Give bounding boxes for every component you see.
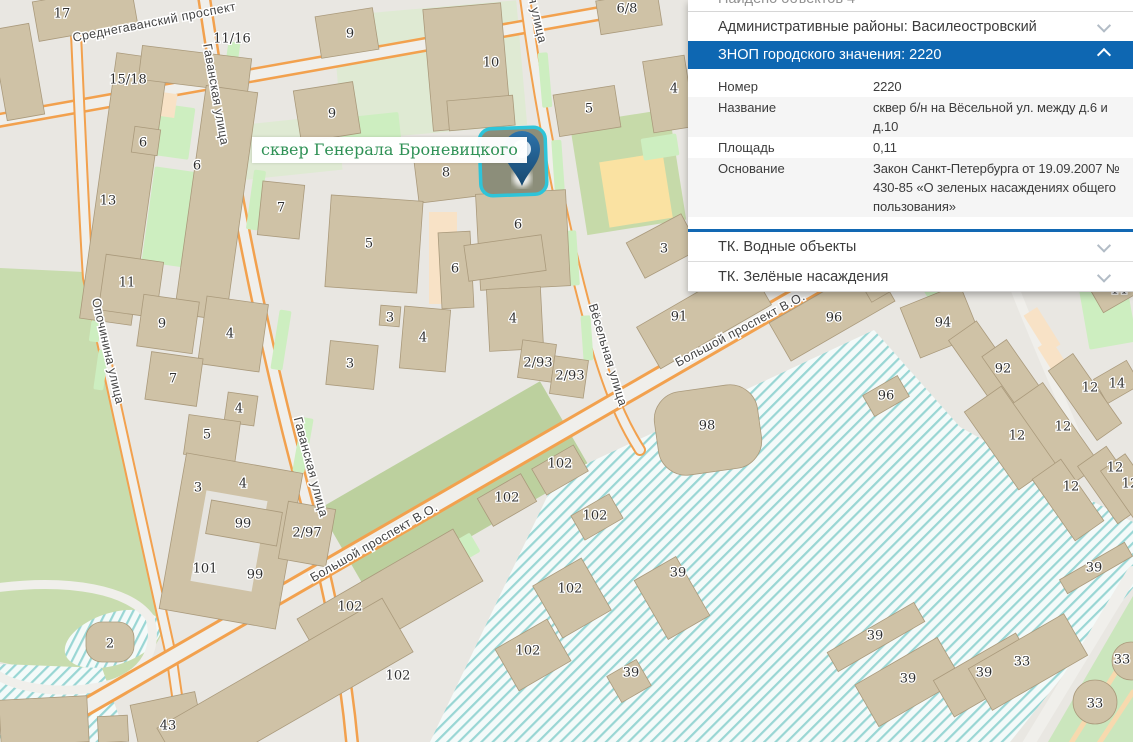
building-number-label: 6 bbox=[451, 262, 459, 277]
chevron-up-icon bbox=[1097, 48, 1111, 62]
building-number-label: 4 bbox=[235, 402, 243, 417]
building-number-label: 8 bbox=[442, 166, 450, 181]
building-number-label: 11/16 bbox=[213, 32, 250, 47]
building-number-label: 94 bbox=[935, 316, 952, 331]
building-number-label: 102 bbox=[386, 669, 411, 684]
map-application: Среднегаванский проспектГаванская улицаГ… bbox=[0, 0, 1133, 742]
building-number-label: 99 bbox=[235, 517, 252, 532]
building-number-label: 102 bbox=[583, 509, 608, 524]
building-number-label: 39 bbox=[867, 629, 884, 644]
building-number-label: 3 bbox=[346, 357, 354, 372]
building-number-label: 12 bbox=[1107, 461, 1124, 476]
building-number-label: 5 bbox=[585, 102, 593, 117]
building-number-label: 12 bbox=[1082, 381, 1099, 396]
details-value: 0,11 bbox=[873, 138, 1125, 157]
building-number-label: 5 bbox=[365, 237, 373, 252]
section-znop[interactable]: ЗНОП городского значения: 2220 bbox=[688, 41, 1133, 69]
building-number-label: 15/18 bbox=[109, 73, 146, 88]
details-label: Основание bbox=[688, 159, 873, 216]
building-number-label: 96 bbox=[878, 389, 895, 404]
building-number-label: 14 bbox=[1109, 377, 1126, 392]
building-number-label: 12 bbox=[1122, 477, 1133, 492]
section-administrative-districts[interactable]: Административные районы: Василеостровски… bbox=[688, 12, 1133, 41]
building-number-label: 2/93 bbox=[523, 356, 552, 371]
info-panel: Найдено объектов 4 Административные райо… bbox=[688, 0, 1133, 292]
chevron-down-icon bbox=[1097, 238, 1111, 252]
building-number-label: 4 bbox=[419, 331, 427, 346]
building-number-label: 39 bbox=[976, 666, 993, 681]
building-number-label: 5 bbox=[203, 428, 211, 443]
building-number-label: 102 bbox=[338, 600, 363, 615]
building-number-label: 102 bbox=[558, 582, 583, 597]
building-number-label: 9 bbox=[346, 27, 354, 42]
building-number-label: 39 bbox=[900, 672, 917, 687]
building-number-label: 102 bbox=[516, 644, 541, 659]
details-row: Площадь0,11 bbox=[688, 137, 1133, 158]
building-number-label: 6 bbox=[193, 159, 201, 174]
section-label: ЗНОП городского значения: 2220 bbox=[718, 47, 941, 63]
results-count: Найдено объектов 4 bbox=[688, 0, 1133, 11]
details-value: 2220 bbox=[873, 77, 1125, 96]
building-number-label: 17 bbox=[54, 7, 71, 22]
building-number-label: 4 bbox=[226, 327, 234, 342]
chevron-down-icon bbox=[1097, 268, 1111, 282]
section-label: Административные районы: Василеостровски… bbox=[718, 19, 1037, 35]
building-number-label: 3 bbox=[660, 242, 668, 257]
building-number-label: 6 bbox=[139, 136, 147, 151]
building-number-label: 6 bbox=[514, 218, 522, 233]
building-number-label: 10 bbox=[483, 56, 500, 71]
building-number-label: 12 bbox=[1055, 420, 1072, 435]
building-number-label: 91 bbox=[671, 310, 688, 325]
building-number-label: 6/8 bbox=[617, 2, 638, 17]
building-number-label: 43 bbox=[160, 719, 177, 734]
chevron-down-icon bbox=[1097, 18, 1111, 32]
building-number-label: 12 bbox=[1063, 480, 1080, 495]
building-number-label: 98 bbox=[699, 419, 716, 434]
building-number-label: 39 bbox=[670, 566, 687, 581]
building-number-label: 2 bbox=[106, 637, 114, 652]
znop-details-table: Номер2220Названиесквер б/н на Вёсельной … bbox=[688, 69, 1133, 229]
building-number-label: 4 bbox=[239, 477, 247, 492]
building-number-label: 96 bbox=[826, 311, 843, 326]
section-label: ТК. Водные объекты bbox=[718, 239, 856, 255]
details-row: Названиесквер б/н на Вёсельной ул. между… bbox=[688, 97, 1133, 137]
building-number-label: 3 bbox=[194, 481, 202, 496]
details-row: Номер2220 bbox=[688, 76, 1133, 97]
building-number-label: 92 bbox=[995, 362, 1012, 377]
building-number-label: 9 bbox=[158, 317, 166, 332]
details-value: Закон Санкт-Петербурга от 19.09.2007 № 4… bbox=[873, 159, 1125, 216]
building-number-label: 33 bbox=[1114, 653, 1131, 668]
selected-object-label: сквер Генерала Броневицкого bbox=[252, 137, 527, 163]
building-number-label: 4 bbox=[509, 312, 517, 327]
details-label: Номер bbox=[688, 77, 873, 96]
building-number-label: 33 bbox=[1014, 655, 1031, 670]
section-green-plantings[interactable]: ТК. Зелёные насаждения bbox=[688, 262, 1133, 291]
building-number-label: 33 bbox=[1087, 697, 1104, 712]
building-number-label: 4 bbox=[670, 82, 678, 97]
details-label: Название bbox=[688, 98, 873, 136]
details-label: Площадь bbox=[688, 138, 873, 157]
building-number-label: 39 bbox=[623, 666, 640, 681]
building-number-label: 13 bbox=[100, 194, 117, 209]
section-water-objects[interactable]: ТК. Водные объекты bbox=[688, 232, 1133, 261]
building-number-label: 2/93 bbox=[555, 369, 584, 384]
building-number-label: 9 bbox=[328, 107, 336, 122]
building-number-label: 3 bbox=[386, 311, 394, 326]
building-number-label: 101 bbox=[193, 562, 218, 577]
details-value: сквер б/н на Вёсельной ул. между д.6 и д… bbox=[873, 98, 1125, 136]
details-row: ОснованиеЗакон Санкт-Петербурга от 19.09… bbox=[688, 158, 1133, 217]
building-number-label: 11 bbox=[119, 276, 136, 291]
building-number-label: 7 bbox=[277, 201, 285, 216]
building-number-label: 2/97 bbox=[292, 526, 321, 541]
building-number-label: 7 bbox=[169, 372, 177, 387]
panel-bottom-edge bbox=[688, 291, 1133, 292]
section-label: ТК. Зелёные насаждения bbox=[718, 269, 888, 285]
building-number-label: 102 bbox=[495, 491, 520, 506]
building-number-label: 12 bbox=[1009, 429, 1026, 444]
building-number-label: 39 bbox=[1086, 561, 1103, 576]
building-number-label: 99 bbox=[247, 568, 264, 583]
building-number-label: 102 bbox=[548, 457, 573, 472]
